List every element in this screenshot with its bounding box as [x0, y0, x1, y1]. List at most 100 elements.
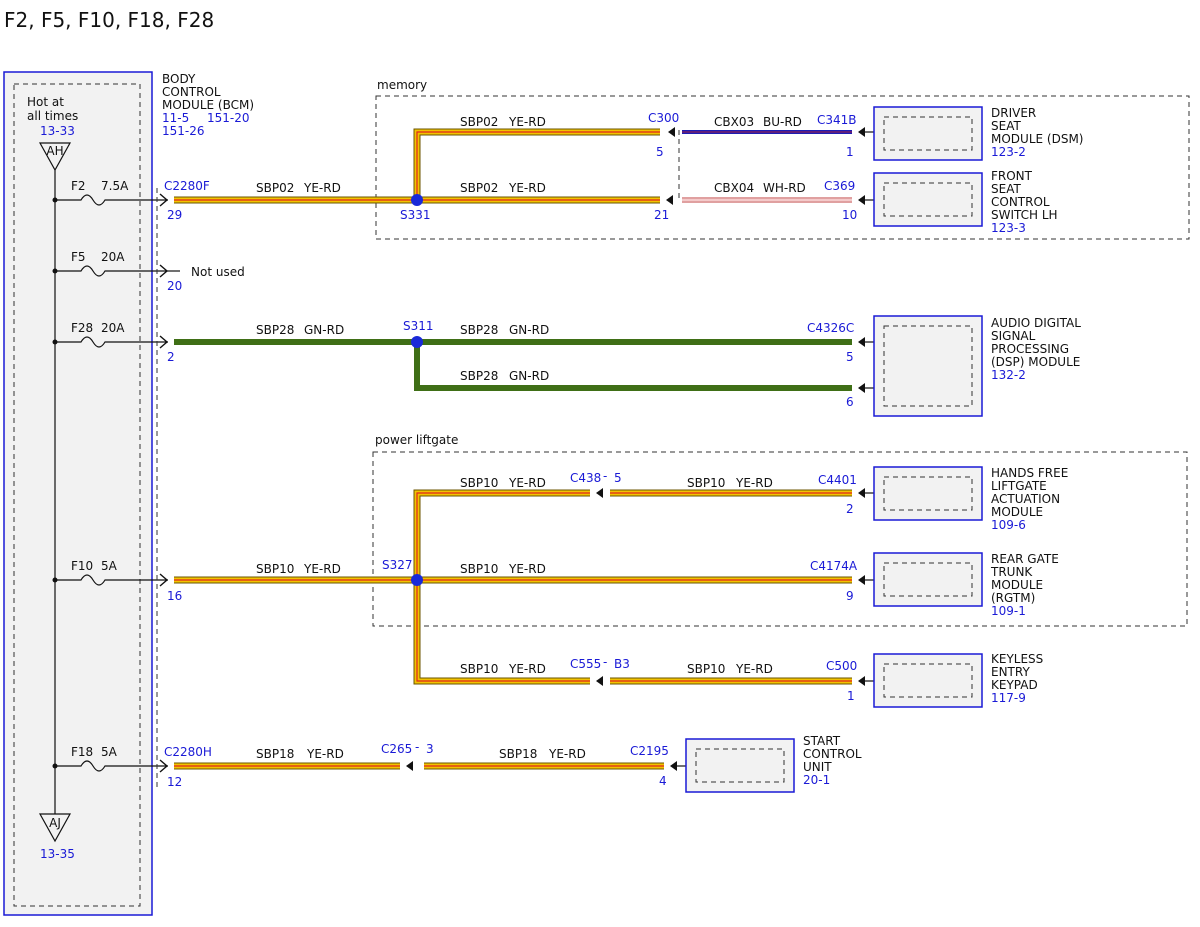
wire-sbp10-up	[414, 490, 590, 580]
wire-sbp28-circuit: SBP28	[256, 323, 294, 337]
front-seat-name-1: FRONT	[991, 169, 1033, 183]
c300-pin-5: 5	[656, 145, 664, 159]
dsp-name-2: SIGNAL	[991, 329, 1036, 343]
s327-label: S327	[382, 558, 413, 572]
wire-sbp28-circuit: SBP28	[460, 369, 498, 383]
module-dsm	[873, 106, 983, 161]
dsm-ref: 123-2	[991, 145, 1026, 159]
fuse-f28-name: F28	[71, 321, 93, 335]
hands-free-name-1: HANDS FREE	[991, 466, 1068, 480]
keypad-name-2: ENTRY	[991, 665, 1030, 679]
ah-label: AH	[46, 144, 63, 158]
rgtm-ref: 109-1	[991, 604, 1026, 618]
start-name-2: CONTROL	[803, 747, 862, 761]
wire-cbx04-circuit: CBX04	[714, 181, 754, 195]
wire-sbp10-down	[416, 580, 590, 682]
module-rgtm	[873, 552, 983, 607]
arrow-icon	[666, 195, 673, 205]
arrow-icon	[858, 575, 865, 585]
wire-sbp02-circuit: SBP02	[460, 181, 498, 195]
front-seat-name-4: SWITCH LH	[991, 208, 1058, 222]
fuse-f5-rating: 20A	[101, 250, 125, 264]
dsp-name-3: PROCESSING	[991, 342, 1069, 356]
c500-pin: 1	[847, 689, 855, 703]
wire-sbp10-down	[413, 580, 590, 685]
dsp-ref: 132-2	[991, 368, 1026, 382]
bcm-ref-2: 151-20	[207, 111, 250, 125]
wire-sbp02-color: YE-RD	[508, 115, 546, 129]
fuse-f18-name: F18	[71, 745, 93, 759]
keypad-name-1: KEYLESS	[991, 652, 1043, 666]
c4174a-label: C4174A	[810, 559, 858, 573]
hands-free-ref: 109-6	[991, 518, 1026, 532]
start-name-3: UNIT	[803, 760, 832, 774]
s311-label: S311	[403, 319, 434, 333]
arrow-icon	[670, 761, 677, 771]
arrow-icon	[596, 488, 603, 498]
module-front-seat-switch	[873, 172, 983, 227]
c555-label: C555	[570, 657, 601, 671]
dsm-box	[873, 106, 983, 161]
rgtm-name-4: (RGTM)	[991, 591, 1035, 605]
c369-label: C369	[824, 179, 855, 193]
memory-group-label: memory	[377, 78, 427, 92]
c265-pin: 3	[426, 742, 434, 756]
arrow-icon	[858, 383, 865, 393]
fuse-f18-rating: 5A	[101, 745, 118, 759]
module-hands-free	[873, 466, 983, 521]
c4326c-pin-5: 5	[846, 350, 854, 364]
c4326c-pin-6: 6	[846, 395, 854, 409]
module-keypad	[873, 653, 983, 708]
page-title: F2, F5, F10, F18, F28	[4, 8, 214, 32]
wire-sbp28-circuit: SBP28	[460, 323, 498, 337]
rgtm-name-3: MODULE	[991, 578, 1043, 592]
keypad-ref: 117-9	[991, 691, 1026, 705]
splice-s327	[411, 574, 423, 586]
dsp-box	[873, 315, 983, 417]
keypad-box	[873, 653, 983, 708]
start-box	[685, 738, 795, 793]
hands-free-name-3: ACTUATION	[991, 492, 1060, 506]
bcm-pin-29: 29	[167, 208, 182, 222]
bcm-pin-2: 2	[167, 350, 175, 364]
aj-ref: 13-35	[40, 847, 75, 861]
bcm-ref-1: 11-5	[162, 111, 189, 125]
wire-sbp18-color: YE-RD	[306, 747, 344, 761]
bcm-c2280f: C2280F	[164, 179, 210, 193]
wire-sbp10-circuit: SBP10	[460, 662, 498, 676]
fuse-f2-name: F2	[71, 179, 86, 193]
fuse-f5-name: F5	[71, 250, 86, 264]
not-used-label: Not used	[191, 265, 245, 279]
dsm-name-3: MODULE (DSM)	[991, 132, 1083, 146]
wire-sbp28-color: GN-RD	[304, 323, 344, 337]
arrow-icon	[858, 195, 865, 205]
bcm-ref-3: 151-26	[162, 124, 205, 138]
hot-at-ref: 13-33	[40, 124, 75, 138]
c300-label: C300	[648, 111, 679, 125]
wire-sbp02-circuit: SBP02	[460, 115, 498, 129]
bcm-c2280h: C2280H	[164, 745, 212, 759]
bcm-pin-chevrons	[159, 193, 169, 773]
front-seat-name-2: SEAT	[991, 182, 1021, 196]
arrow-icon	[406, 761, 413, 771]
arrow-icon	[858, 337, 865, 347]
wire-sbp10-color: YE-RD	[508, 662, 546, 676]
bcm-name-3: MODULE (BCM)	[162, 98, 254, 112]
power-liftgate-group-label: power liftgate	[375, 433, 458, 447]
wire-sbp28-color: GN-RD	[509, 323, 549, 337]
c265-dash: -	[415, 740, 419, 754]
rgtm-name-2: TRUNK	[990, 565, 1033, 579]
bcm-pin-12: 12	[167, 775, 182, 789]
c2195-label: C2195	[630, 744, 669, 758]
c438-dash: -	[603, 469, 607, 483]
wire-sbp10-color: YE-RD	[735, 476, 773, 490]
wire-sbp02-color: YE-RD	[508, 181, 546, 195]
wire-sbp10-circuit: SBP10	[460, 562, 498, 576]
wire-sbp10-up	[413, 489, 590, 580]
c265-label: C265	[381, 742, 412, 756]
c555-pin: B3	[614, 657, 630, 671]
hot-at-label-2: all times	[27, 109, 78, 123]
dsm-name-2: SEAT	[991, 119, 1021, 133]
wire-sbp18-circuit: SBP18	[499, 747, 537, 761]
c300-pin-21: 21	[654, 208, 669, 222]
